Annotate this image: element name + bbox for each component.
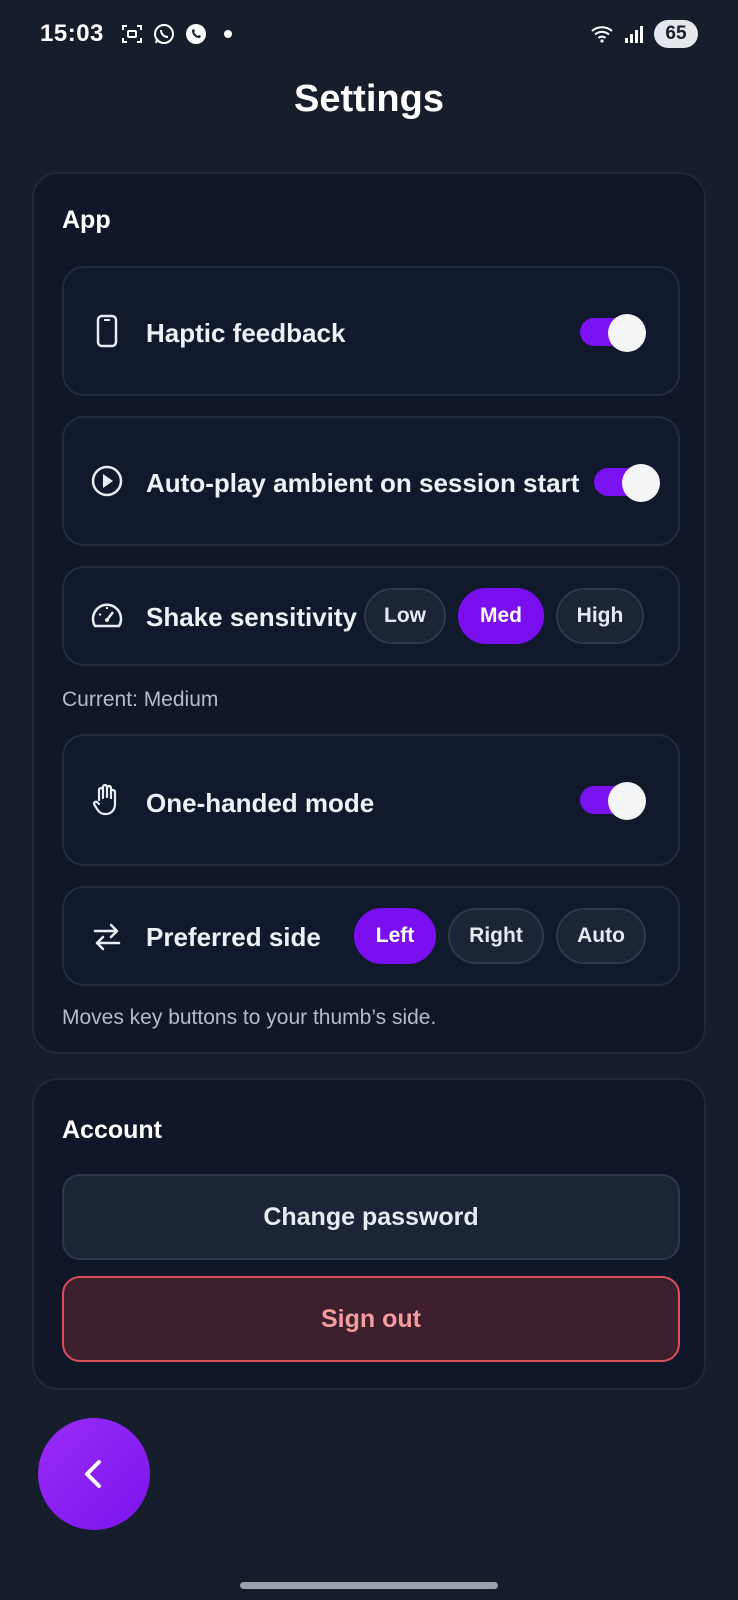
sign-out-button[interactable]: Sign out — [62, 1276, 680, 1362]
side-option-auto[interactable]: Auto — [556, 908, 646, 964]
autoplay-ambient-label: Auto-play ambient on session start — [146, 468, 580, 498]
battery-indicator: 65 — [654, 20, 698, 48]
one-handed-mode-label: One-handed mode — [146, 788, 375, 818]
app-section-title: App — [62, 206, 111, 234]
account-section-title: Account — [62, 1116, 162, 1144]
shake-option-med[interactable]: Med — [458, 588, 544, 644]
change-password-button[interactable]: Change password — [62, 1174, 680, 1260]
scan-icon — [122, 25, 142, 43]
signal-icon — [625, 26, 643, 43]
account-card: Account Change password Sign out — [32, 1078, 706, 1390]
page-title: Settings — [294, 78, 444, 120]
whatsapp-icon — [154, 24, 174, 44]
one-handed-mode-toggle[interactable] — [580, 782, 646, 820]
preferred-side-row: Preferred side Left Right Auto — [62, 886, 680, 986]
shake-option-high[interactable]: High — [556, 588, 644, 644]
status-notification-icons — [120, 22, 232, 46]
preferred-side-hint: Moves key buttons to your thumb’s side. — [62, 1006, 437, 1029]
chevron-left-icon — [85, 1460, 101, 1488]
viber-icon — [186, 24, 206, 44]
shake-current-text: Current: Medium — [62, 688, 219, 711]
autoplay-ambient-toggle[interactable] — [594, 464, 660, 502]
one-handed-mode-row[interactable]: One-handed mode — [62, 734, 680, 866]
back-button[interactable] — [38, 1418, 150, 1530]
shake-sensitivity-label: Shake sensitivity — [146, 602, 357, 632]
autoplay-ambient-row[interactable]: Auto-play ambient on session start — [62, 416, 680, 546]
shake-sensitivity-row: Shake sensitivity Low Med High — [62, 566, 680, 666]
shake-option-low[interactable]: Low — [364, 588, 446, 644]
status-time: 15:03 — [40, 20, 104, 47]
gauge-icon — [91, 603, 123, 628]
side-option-right[interactable]: Right — [448, 908, 544, 964]
preferred-side-segmented: Left Right Auto — [354, 908, 646, 964]
preferred-side-label: Preferred side — [146, 922, 321, 952]
hand-icon — [92, 783, 117, 816]
dot-icon — [224, 30, 232, 38]
side-option-left[interactable]: Left — [354, 908, 436, 964]
haptic-feedback-toggle[interactable] — [580, 314, 646, 352]
phone-icon — [96, 314, 118, 348]
home-indicator[interactable] — [240, 1582, 498, 1589]
status-bar: 15:03 65 — [0, 0, 738, 70]
shake-sensitivity-segmented: Low Med High — [364, 588, 644, 644]
wifi-icon — [591, 26, 613, 43]
haptic-feedback-label: Haptic feedback — [146, 318, 346, 348]
app-settings-card: App Haptic feedback Auto-play ambient on… — [32, 172, 706, 1054]
play-circle-icon — [91, 465, 123, 497]
swap-arrows-icon — [93, 923, 121, 951]
haptic-feedback-row[interactable]: Haptic feedback — [62, 266, 680, 396]
